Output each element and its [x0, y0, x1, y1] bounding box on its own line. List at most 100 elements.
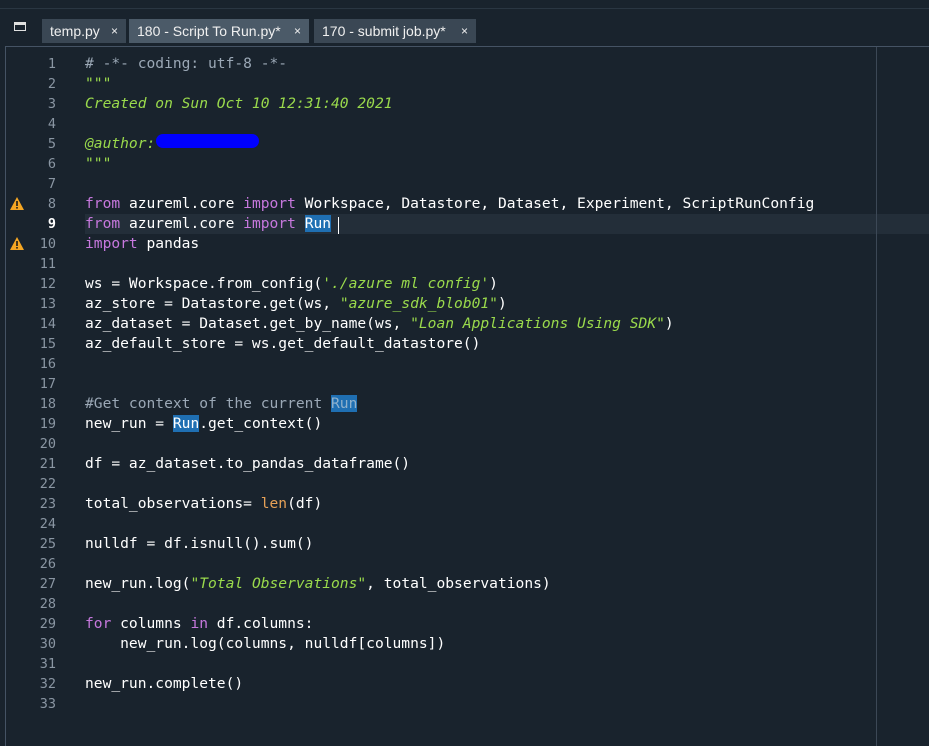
line-number[interactable]: 19	[16, 414, 56, 434]
code-line-30: new_run.log(columns, nulldf[columns])	[85, 635, 446, 652]
line-number[interactable]: 5	[16, 134, 56, 154]
line-number[interactable]: 11	[16, 254, 56, 274]
line-number[interactable]: 27	[16, 574, 56, 594]
line-number[interactable]: 14	[16, 314, 56, 334]
line-number[interactable]: 10	[16, 234, 56, 254]
keyword: from	[85, 215, 121, 232]
code-area[interactable]: # -*- coding: utf-8 -*- """ Created on S…	[85, 47, 929, 746]
close-icon[interactable]: ×	[294, 19, 301, 43]
keyword: import	[243, 215, 296, 232]
line-number[interactable]: 32	[16, 674, 56, 694]
line-number[interactable]: 1	[16, 54, 56, 74]
string-literal: "Loan Applications Using SDK"	[410, 315, 665, 332]
keyword: from	[85, 195, 121, 212]
code-line-18: #Get context of the current Run	[85, 394, 358, 414]
keyword: for	[85, 615, 112, 632]
tab-label: temp.py	[50, 23, 100, 39]
code-line-14: az_dataset = Dataset.get_by_name(ws, "Lo…	[85, 314, 674, 334]
line-number[interactable]: 24	[16, 514, 56, 534]
line-number[interactable]: 16	[16, 354, 56, 374]
code-line-2: """	[85, 75, 112, 92]
line-number[interactable]: 4	[16, 114, 56, 134]
code-text: )	[489, 275, 498, 292]
code-text: , total_observations)	[366, 575, 551, 592]
line-number[interactable]: 17	[16, 374, 56, 394]
code-line-8: from azureml.core import Workspace, Data…	[85, 194, 814, 214]
line-number[interactable]: 30	[16, 634, 56, 654]
code-line-19: new_run = Run.get_context()	[85, 414, 322, 434]
module-name: azureml.core	[120, 215, 244, 232]
comment: #Get context of the current	[85, 395, 332, 412]
window-pane-icon[interactable]	[14, 22, 26, 31]
keyword: in	[190, 615, 209, 632]
code-editor[interactable]: 1 2 3 4 5 6 7 8 9 10 11 12 13 14 15 16 17 18 19 20 21 22 23 24 2…	[5, 46, 929, 746]
line-number[interactable]: 31	[16, 654, 56, 674]
keyword: import	[243, 195, 296, 212]
builtin-function: len	[260, 495, 288, 512]
line-number[interactable]: 3	[16, 94, 56, 114]
code-text: new_run =	[85, 415, 173, 432]
keyword: import	[85, 235, 138, 252]
text-cursor	[338, 217, 339, 234]
code-text: az_store = Datastore.get(ws,	[85, 295, 340, 312]
line-number[interactable]: 23	[16, 494, 56, 514]
code-line-12: ws = Workspace.from_config('./azure ml c…	[85, 274, 498, 294]
module-name: azureml.core	[120, 195, 244, 212]
line-number[interactable]: 9	[16, 214, 56, 234]
tab-label: 180 - Script To Run.py*	[137, 23, 281, 39]
line-number[interactable]: 7	[16, 174, 56, 194]
code-line-5: @author:	[85, 135, 156, 152]
code-line-1: # -*- coding: utf-8 -*-	[85, 55, 288, 72]
close-icon[interactable]: ×	[111, 19, 118, 43]
code-text: columns	[111, 615, 191, 632]
line-length-ruler	[876, 47, 877, 746]
import-list: Workspace, Datastore, Dataset, Experimen…	[295, 195, 815, 212]
occurrence-highlight: Run	[172, 415, 200, 432]
line-number[interactable]: 12	[16, 274, 56, 294]
code-text: az_dataset = Dataset.get_by_name(ws,	[85, 315, 411, 332]
line-number[interactable]: 21	[16, 454, 56, 474]
code-line-32: new_run.complete()	[85, 675, 244, 692]
string-literal: "azure_sdk_blob01"	[339, 295, 498, 312]
code-text: (df)	[287, 495, 323, 512]
code-line-10: import pandas	[85, 234, 199, 254]
tab-submit-job[interactable]: 170 - submit job.py* ×	[314, 19, 476, 43]
occurrence-highlight: Run	[331, 395, 358, 412]
code-line-29: for columns in df.columns:	[85, 614, 313, 634]
tab-temp-py[interactable]: temp.py ×	[42, 19, 126, 43]
code-line-15: az_default_store = ws.get_default_datast…	[85, 335, 481, 352]
close-icon[interactable]: ×	[461, 19, 468, 43]
line-number[interactable]: 8	[16, 194, 56, 214]
tab-label: 170 - submit job.py*	[322, 23, 446, 39]
line-number[interactable]: 6	[16, 154, 56, 174]
code-text: )	[497, 295, 507, 312]
line-number-gutter: 1 2 3 4 5 6 7 8 9 10 11 12 13 14 15 16 17 18 19 20 21 22 23 24 2…	[6, 47, 68, 746]
code-text: new_run.log(	[85, 575, 191, 592]
line-number[interactable]: 13	[16, 294, 56, 314]
tab-script-to-run[interactable]: 180 - Script To Run.py* ×	[129, 19, 309, 43]
line-number[interactable]: 22	[16, 474, 56, 494]
code-text: .get_context()	[199, 415, 323, 432]
code-line-27: new_run.log("Total Observations", total_…	[85, 574, 551, 594]
line-number[interactable]: 33	[16, 694, 56, 714]
code-line-6: """	[85, 155, 112, 172]
code-text: )	[664, 315, 674, 332]
code-text: total_observations=	[85, 495, 261, 512]
code-line-13: az_store = Datastore.get(ws, "azure_sdk_…	[85, 294, 507, 314]
line-number[interactable]: 18	[16, 394, 56, 414]
line-number[interactable]: 28	[16, 594, 56, 614]
line-number[interactable]: 2	[16, 74, 56, 94]
import-list: pandas	[137, 235, 200, 252]
editor-tab-bar: temp.py × 180 - Script To Run.py* × 170 …	[0, 9, 929, 45]
line-number[interactable]: 15	[16, 334, 56, 354]
selected-word: Run	[304, 215, 332, 232]
line-number[interactable]: 20	[16, 434, 56, 454]
top-menu-strip	[0, 0, 929, 9]
code-line-21: df = az_dataset.to_pandas_dataframe()	[85, 455, 411, 472]
line-number[interactable]: 26	[16, 554, 56, 574]
code-line-25: nulldf = df.isnull().sum()	[85, 535, 314, 552]
line-number[interactable]: 25	[16, 534, 56, 554]
code-line-9: from azureml.core import Run	[85, 214, 332, 234]
line-number[interactable]: 29	[16, 614, 56, 634]
